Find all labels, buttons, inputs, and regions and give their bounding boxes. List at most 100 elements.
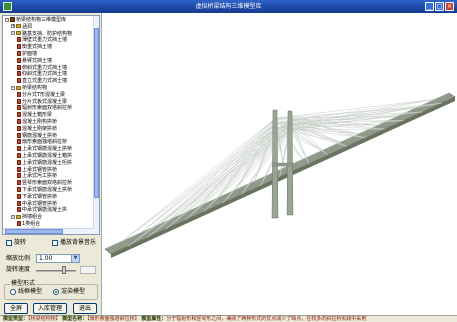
- library-manage-button[interactable]: 入库管理: [33, 303, 67, 314]
- stay-cable: [128, 128, 292, 247]
- speed-value-box: [80, 266, 96, 274]
- tree-node[interactable]: 薄壁式重力式挡土墙: [17, 37, 67, 43]
- speed-slider-thumb[interactable]: [62, 266, 66, 274]
- minimize-button[interactable]: _: [425, 2, 434, 11]
- tree-node[interactable]: 混凝土刚构拱桥: [17, 119, 57, 125]
- tree-node-label: 桥梁结构物: [22, 85, 48, 91]
- tree-node[interactable]: 混凝土刚架拱桥: [17, 125, 57, 132]
- tree-node[interactable]: 混凝土箱形梁: [17, 112, 52, 118]
- page-icon: [17, 139, 21, 145]
- wireframe-option[interactable]: 线框模型: [10, 288, 42, 296]
- wireframe-radio[interactable]: [10, 288, 16, 295]
- music-label: 播放背景音乐: [60, 239, 97, 246]
- folder-icon: [16, 24, 21, 29]
- tree-node[interactable]: 护面墙: [17, 51, 37, 57]
- book-icon: [10, 17, 15, 22]
- tree-node[interactable]: - 路基支挡、防护结构物: [11, 31, 72, 37]
- tree-vertical-scroll-thumb[interactable]: [94, 28, 99, 198]
- tree-node[interactable]: 上承式钢筋混凝土桁拱: [17, 159, 73, 166]
- maximize-button[interactable]: □: [435, 2, 444, 11]
- tree-node-label: 仰斜式重力式挡土墙: [22, 71, 68, 78]
- tree-node[interactable]: - 桥梁结构物三维模型库: [5, 17, 66, 23]
- stay-cable: [290, 118, 385, 130]
- tree-node-label: 上承式圬工拱桥: [22, 173, 58, 180]
- page-icon: [17, 200, 21, 206]
- tree-node[interactable]: - 桥梁结构物: [11, 85, 47, 91]
- tree-node-label: 涵洞: [22, 23, 33, 30]
- tree-node[interactable]: 上承式钢筋混凝土箱拱: [17, 153, 72, 159]
- tree-node[interactable]: 上承式钢管拱桥: [17, 166, 58, 173]
- tree-node[interactable]: + 涵洞: [11, 24, 32, 30]
- rotate-checkbox[interactable]: [6, 239, 12, 246]
- tree-node[interactable]: 扇形索面独塔斜拉桥: [17, 139, 67, 145]
- tree-node-label: 混凝土刚构拱桥: [22, 119, 58, 125]
- music-checkbox[interactable]: [52, 239, 58, 246]
- tree-node-label: 桥梁结构物三维模型库: [16, 17, 67, 23]
- chevron-down-icon[interactable]: ▼: [71, 255, 79, 262]
- tree-horizontal-scrollbar[interactable]: [3, 228, 94, 234]
- collapse-icon[interactable]: -: [11, 214, 15, 219]
- tree-node[interactable]: - 挡墙组合: [11, 214, 42, 220]
- tree-node[interactable]: 竖琴形索面双塔斜拉桥: [17, 180, 72, 186]
- tree-node-label: 下承式钢管拱桥: [22, 193, 58, 200]
- scale-combobox[interactable]: 1.00 ▼: [36, 254, 80, 263]
- status-desc-value: 分于辐射形和竖琴形之间，兼顾了两种形式的优点减少了缺点，在较多的斜拉桥实践中采用: [166, 316, 367, 322]
- tree-node-label: 上承式钢筋混凝土箱拱: [22, 153, 73, 159]
- tree-node[interactable]: 上承式圬工拱桥: [17, 173, 57, 179]
- tree-node-label: 上承式钢筋混凝土桁拱: [22, 159, 73, 166]
- rotate-label: 旋转: [14, 239, 27, 246]
- page-icon: [17, 105, 21, 111]
- tree-vertical-scrollbar[interactable]: [93, 16, 99, 234]
- tree-node[interactable]: 钢筋混凝土拱桥: [17, 132, 57, 139]
- tree-node[interactable]: 下承式钢管拱桥: [17, 193, 58, 200]
- tree-node[interactable]: 上承式钢筋混凝土拱桥: [17, 146, 72, 152]
- collapse-icon[interactable]: -: [5, 17, 9, 22]
- rotate-option[interactable]: 旋转: [6, 239, 26, 247]
- page-icon: [17, 207, 21, 213]
- tree-node-label: 挡墙组合: [22, 214, 43, 221]
- tree-node[interactable]: 直立式重力式挡土墙: [17, 78, 67, 84]
- music-option[interactable]: 播放背景音乐: [52, 239, 96, 247]
- left-panel: 2类组合1类组合-挡墙组合中承式钢筋混凝土拱中承式钢管拱桥下承式钢管拱桥下承式钢…: [0, 13, 102, 315]
- tree-node[interactable]: 中承式钢管拱桥: [17, 200, 57, 207]
- tree-node-label: 中承式钢筋混凝土拱: [22, 207, 68, 214]
- tree-node-label: 薄壁式重力式挡土墙: [22, 37, 68, 44]
- tree-node[interactable]: 衡重式挡土墙: [17, 44, 52, 50]
- speed-slider-track[interactable]: [36, 270, 76, 272]
- tree-node[interactable]: 悬臂式挡土墙: [17, 57, 52, 64]
- tree-node-label: 路基支挡、防护结构物: [22, 30, 73, 37]
- tree-node-label: 下承式钢筋混凝土拱桥: [22, 187, 73, 193]
- status-type-value: 【桥梁结构物】: [28, 316, 61, 322]
- page-icon: [17, 159, 21, 165]
- page-icon: [17, 64, 21, 70]
- rendered-radio[interactable]: [53, 288, 59, 295]
- tree-node-label: 衡重式挡土墙: [22, 44, 53, 51]
- bridge-3d-model[interactable]: [103, 13, 457, 315]
- fullscreen-button[interactable]: 全屏: [4, 303, 28, 314]
- page-icon: [17, 132, 21, 138]
- collapse-icon[interactable]: -: [11, 31, 15, 36]
- expand-icon[interactable]: +: [11, 24, 15, 29]
- model-viewport[interactable]: [103, 13, 457, 315]
- page-icon: [17, 153, 21, 158]
- close-button[interactable]: ×: [445, 2, 454, 11]
- rendered-label: 渲染模型: [61, 288, 86, 295]
- folder-icon: [16, 31, 21, 36]
- tree-node[interactable]: 下承式钢筋混凝土拱桥: [17, 187, 72, 193]
- tree-node[interactable]: 中承式钢筋混凝土拱: [17, 207, 67, 213]
- collapse-icon[interactable]: -: [11, 85, 15, 90]
- structure-tree[interactable]: 2类组合1类组合-挡墙组合中承式钢筋混凝土拱中承式钢管拱桥下承式钢管拱桥下承式钢…: [2, 15, 100, 235]
- tree-node[interactable]: 分片式板式混凝土梁: [17, 98, 67, 105]
- exit-button[interactable]: 退出: [73, 303, 97, 314]
- tree-node[interactable]: 1类组合: [17, 221, 40, 227]
- page-icon: [17, 187, 21, 192]
- tree-node[interactable]: 分片式T形混凝土梁: [17, 91, 65, 98]
- page-icon: [17, 78, 21, 84]
- tree-horizontal-scroll-thumb[interactable]: [5, 229, 63, 234]
- rendered-option[interactable]: 渲染模型: [53, 288, 85, 296]
- tree-node[interactable]: 辐射形索面双塔斜拉桥: [17, 105, 72, 111]
- tree-node[interactable]: 俯斜式重力式挡土墙: [17, 64, 67, 71]
- tree-node-label: 上承式钢管拱桥: [22, 166, 58, 173]
- tree-node[interactable]: 仰斜式重力式挡土墙: [17, 71, 67, 77]
- status-type-label: 模型类型：: [3, 316, 29, 322]
